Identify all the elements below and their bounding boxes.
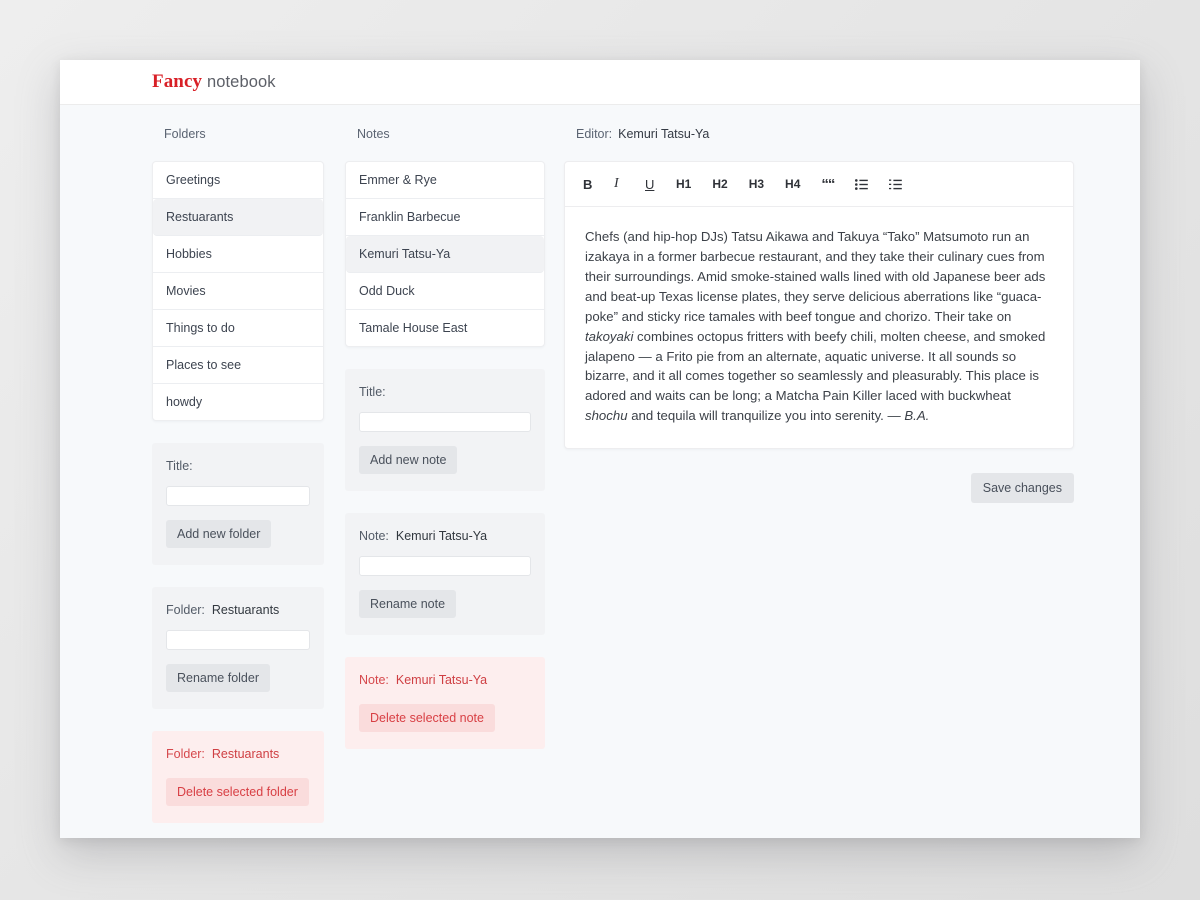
- brand-primary: Fancy: [152, 71, 203, 92]
- folders-list: Greetings Restuarants Hobbies Movies Thi…: [152, 161, 324, 421]
- folders-column: Folders Greetings Restuarants Hobbies Mo…: [152, 127, 324, 838]
- folder-item-hobbies[interactable]: Hobbies: [153, 236, 323, 273]
- editor-card: B I U H1 H2 H3 H4 ““ Chefs (and hip-hop …: [564, 161, 1074, 450]
- rename-folder-input[interactable]: [166, 630, 310, 650]
- rename-folder-label-text: Folder:: [166, 603, 205, 617]
- bullet-list-icon[interactable]: [855, 178, 869, 190]
- brand-secondary: notebook: [206, 73, 276, 91]
- underline-icon[interactable]: U: [645, 178, 655, 191]
- add-folder-panel: Title: Add new folder: [152, 443, 324, 565]
- rename-note-input[interactable]: [359, 556, 531, 576]
- delete-note-label: Note: Kemuri Tatsu-Ya: [359, 673, 531, 687]
- delete-folder-label-text: Folder:: [166, 747, 205, 761]
- add-new-note-button[interactable]: Add new note: [359, 446, 458, 474]
- folder-item-greetings[interactable]: Greetings: [153, 162, 323, 199]
- editor-text-part-3: combines octopus fritters with beefy chi…: [585, 328, 1046, 404]
- editor-text-part-2: takoyaki: [585, 328, 634, 344]
- app-header: Fancy notebook: [60, 60, 1140, 105]
- folder-item-restuarants[interactable]: Restuarants: [153, 199, 323, 236]
- rename-note-panel: Note: Kemuri Tatsu-Ya Rename note: [345, 513, 545, 635]
- save-changes-button[interactable]: Save changes: [970, 473, 1074, 504]
- delete-folder-label: Folder: Restuarants: [166, 747, 310, 761]
- heading-2-icon[interactable]: H2: [712, 178, 727, 190]
- bold-icon[interactable]: B: [583, 178, 593, 191]
- app-body: Folders Greetings Restuarants Hobbies Mo…: [60, 105, 1140, 838]
- editor-heading-text: Editor:: [576, 127, 613, 141]
- app-logo: Fancy notebook: [152, 71, 276, 93]
- notes-column: Notes Emmer & Rye Franklin Barbecue Kemu…: [345, 127, 545, 838]
- notes-heading: Notes: [357, 127, 390, 141]
- editor-column: Editor: Kemuri Tatsu-Ya B I U H1 H2 H3 H4…: [564, 127, 1074, 838]
- editor-heading: Editor: Kemuri Tatsu-Ya: [576, 127, 1074, 143]
- delete-selected-note-button[interactable]: Delete selected note: [359, 704, 495, 732]
- delete-folder-panel: Folder: Restuarants Delete selected folde…: [152, 731, 324, 823]
- delete-note-label-value: Kemuri Tatsu-Ya: [395, 673, 488, 687]
- editor-heading-value: Kemuri Tatsu-Ya: [618, 127, 710, 141]
- editor-toolbar: B I U H1 H2 H3 H4 ““: [565, 162, 1073, 207]
- delete-selected-folder-button[interactable]: Delete selected folder: [166, 778, 309, 806]
- rename-note-label: Note: Kemuri Tatsu-Ya: [359, 529, 531, 543]
- heading-1-icon[interactable]: H1: [676, 178, 691, 190]
- editor-text-part-4: shochu: [585, 408, 628, 424]
- folder-item-places-to-see[interactable]: Places to see: [153, 347, 323, 384]
- folders-heading: Folders: [164, 127, 206, 141]
- folder-item-howdy[interactable]: howdy: [153, 384, 323, 420]
- notes-list: Emmer & Rye Franklin Barbecue Kemuri Tat…: [345, 161, 545, 347]
- editor-text-part-5: and tequila will tranquilize you into se…: [627, 408, 905, 424]
- editor-text-part-6: B.A.: [904, 408, 930, 424]
- add-note-label: Title:: [359, 385, 386, 399]
- rename-folder-label: Folder: Restuarants: [166, 603, 310, 617]
- add-folder-label: Title:: [166, 459, 193, 473]
- add-folder-input[interactable]: [166, 486, 310, 506]
- rename-folder-panel: Folder: Restuarants Rename folder: [152, 587, 324, 709]
- folder-item-things-to-do[interactable]: Things to do: [153, 310, 323, 347]
- rename-note-label-value: Kemuri Tatsu-Ya: [395, 529, 488, 543]
- rename-folder-label-value: Restuarants: [211, 603, 280, 617]
- add-note-panel: Title: Add new note: [345, 369, 545, 491]
- note-item-emmer-and-rye[interactable]: Emmer & Rye: [346, 162, 544, 199]
- delete-folder-label-value: Restuarants: [211, 747, 280, 761]
- heading-3-icon[interactable]: H3: [749, 178, 764, 190]
- note-item-franklin-barbecue[interactable]: Franklin Barbecue: [346, 199, 544, 236]
- editor-text-part-1: Chefs (and hip-hop DJs) Tatsu Aikawa and…: [585, 229, 1046, 324]
- note-item-tamale-house-east[interactable]: Tamale House East: [346, 310, 544, 346]
- rename-note-button[interactable]: Rename note: [359, 590, 457, 618]
- save-row: Save changes: [564, 473, 1074, 504]
- italic-icon[interactable]: I: [614, 177, 624, 191]
- folder-item-movies[interactable]: Movies: [153, 273, 323, 310]
- rename-folder-button[interactable]: Rename folder: [166, 664, 270, 692]
- delete-note-label-text: Note:: [359, 673, 389, 687]
- rename-note-label-text: Note:: [359, 529, 389, 543]
- editor-content[interactable]: Chefs (and hip-hop DJs) Tatsu Aikawa and…: [565, 207, 1073, 448]
- numbered-list-icon[interactable]: [889, 179, 903, 190]
- add-new-folder-button[interactable]: Add new folder: [166, 520, 272, 548]
- add-note-input[interactable]: [359, 412, 531, 432]
- delete-note-panel: Note: Kemuri Tatsu-Ya Delete selected not…: [345, 657, 545, 749]
- note-item-kemuri-tatsu-ya[interactable]: Kemuri Tatsu-Ya: [346, 236, 544, 273]
- blockquote-icon[interactable]: ““: [821, 177, 835, 192]
- note-item-odd-duck[interactable]: Odd Duck: [346, 273, 544, 310]
- app-window: Fancy notebook Folders Greetings Restuar…: [60, 60, 1140, 838]
- heading-4-icon[interactable]: H4: [785, 178, 800, 190]
